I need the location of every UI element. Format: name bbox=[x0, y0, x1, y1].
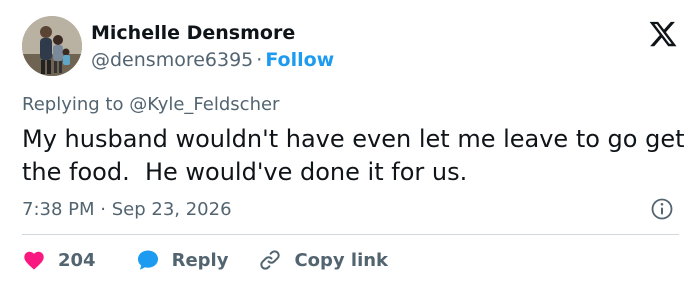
x-logo-icon[interactable] bbox=[648, 19, 678, 49]
tweet-header: Michelle Densmore @densmore6395 · Follow bbox=[22, 14, 680, 78]
reply-context: Replying to @Kyle_Feldscher bbox=[22, 94, 279, 115]
author-name[interactable]: Michelle Densmore bbox=[91, 22, 295, 44]
follow-button[interactable]: Follow bbox=[265, 49, 334, 71]
tweet-time: 7:38 PM bbox=[22, 199, 95, 220]
reply-context-prefix: Replying to bbox=[22, 94, 130, 115]
divider bbox=[22, 234, 679, 235]
avatar-image bbox=[22, 16, 82, 76]
tweet-timestamp[interactable]: 7:38 PM · Sep 23, 2026 bbox=[22, 199, 232, 220]
tweet-text: My husband wouldn't have even let me lea… bbox=[22, 125, 693, 186]
reply-label: Reply bbox=[171, 249, 229, 271]
reply-button[interactable]: Reply bbox=[136, 248, 229, 272]
likes-count: 204 bbox=[58, 249, 96, 271]
tweet-date: Sep 23, 2026 bbox=[111, 199, 232, 220]
separator-dot: · bbox=[256, 49, 263, 71]
copy-link-label: Copy link bbox=[294, 249, 389, 271]
author-handle-row: @densmore6395 · Follow bbox=[91, 49, 334, 71]
reply-mention-link[interactable]: @Kyle_Feldscher bbox=[129, 94, 279, 115]
avatar[interactable] bbox=[22, 16, 82, 76]
copy-link-button[interactable]: Copy link bbox=[258, 248, 388, 272]
link-icon bbox=[260, 250, 281, 270]
info-icon[interactable] bbox=[650, 197, 674, 221]
tweet-actions: 204 Reply Copy link bbox=[22, 247, 418, 273]
speech-bubble-icon bbox=[137, 250, 158, 270]
separator-dot: · bbox=[100, 199, 106, 220]
author-handle[interactable]: @densmore6395 bbox=[91, 49, 253, 71]
heart-icon bbox=[24, 251, 44, 270]
like-button[interactable]: 204 bbox=[22, 248, 96, 272]
